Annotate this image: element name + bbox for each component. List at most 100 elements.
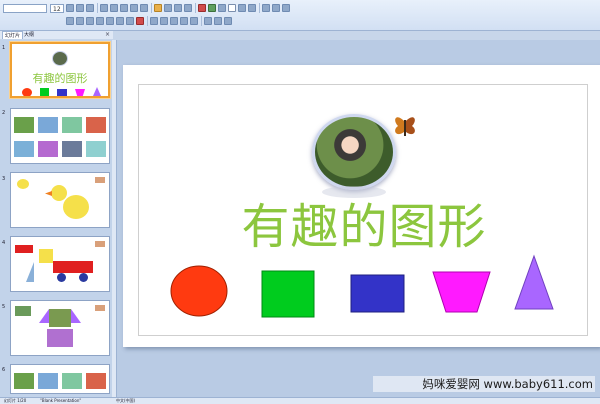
- slide-counter: 幻灯片 1/20: [4, 398, 27, 403]
- truck-icon: [15, 245, 33, 253]
- arrange-icon[interactable]: [208, 4, 216, 12]
- grow-font-icon[interactable]: [66, 4, 74, 12]
- shape-effects-icon[interactable]: [248, 4, 256, 12]
- font-size-field[interactable]: 12: [50, 3, 64, 13]
- quick-styles-icon[interactable]: [218, 4, 226, 12]
- columns-icon[interactable]: [190, 17, 198, 25]
- watermark: 妈咪爱婴网 www.baby611.com: [373, 376, 595, 392]
- square-shape: [39, 249, 53, 263]
- ribbon-toolbar: 12: [0, 0, 600, 31]
- chick-icon: [17, 179, 29, 189]
- shadow-icon[interactable]: [106, 17, 114, 25]
- panel-scrollbar[interactable]: [112, 40, 116, 398]
- toolbar-separator: [97, 3, 98, 13]
- logo-icon: [95, 305, 105, 311]
- image-tile: [86, 117, 106, 133]
- rectangle-shape: [57, 89, 67, 96]
- circle-shape[interactable]: [170, 265, 228, 317]
- find-icon[interactable]: [262, 4, 270, 12]
- square-shape: [40, 88, 49, 96]
- wheel-shape: [57, 273, 66, 282]
- image-tile: [62, 117, 82, 133]
- italic-icon[interactable]: [76, 17, 84, 25]
- chick-head-shape: [51, 185, 67, 201]
- bullets-icon[interactable]: [100, 4, 108, 12]
- close-icon[interactable]: ×: [105, 31, 110, 39]
- photo-thumb: [52, 51, 68, 66]
- decrease-indent-icon[interactable]: [120, 4, 128, 12]
- trapezoid-shape: [75, 89, 85, 96]
- trapezoid-shape[interactable]: [432, 271, 491, 313]
- slide-thumbnail-title: 有趣的图形: [32, 72, 88, 85]
- toolbar-separator: [151, 3, 152, 13]
- language-indicator: 中文(中国): [116, 398, 136, 403]
- new-slide-icon[interactable]: [154, 4, 162, 12]
- font-color-icon[interactable]: [136, 17, 144, 25]
- dog-body-shape: [47, 329, 73, 347]
- align-left-icon[interactable]: [150, 17, 158, 25]
- char-spacing-icon[interactable]: [116, 17, 124, 25]
- image-tile: [14, 373, 34, 389]
- toolbar-separator: [259, 3, 260, 13]
- image-tile: [62, 141, 82, 157]
- slide-title[interactable]: 有趣的图形: [232, 197, 496, 257]
- rectangle-shape[interactable]: [350, 274, 405, 313]
- square-shape[interactable]: [261, 270, 315, 318]
- slide-thumbnail-2[interactable]: [10, 108, 110, 164]
- undo-icon[interactable]: [174, 4, 182, 12]
- image-tile: [38, 141, 58, 157]
- dog-icon: [15, 306, 31, 316]
- align-text-icon[interactable]: [214, 17, 222, 25]
- increase-indent-icon[interactable]: [130, 4, 138, 12]
- triangle-shape: [93, 87, 101, 96]
- theme-name: "Blank Presentation": [40, 398, 82, 403]
- font-name-field[interactable]: [3, 3, 47, 13]
- slide-number: 1: [2, 45, 6, 51]
- layout-icon[interactable]: [164, 4, 172, 12]
- slide-number: 4: [2, 240, 6, 246]
- redo-icon[interactable]: [184, 4, 192, 12]
- image-tile: [14, 117, 34, 133]
- panel-tabs: 幻灯片 大纲 ×: [0, 31, 113, 39]
- select-icon[interactable]: [282, 4, 290, 12]
- shrink-font-icon[interactable]: [76, 4, 84, 12]
- slide-thumbnail-6[interactable]: [10, 364, 110, 394]
- logo-icon: [95, 177, 105, 183]
- ribbon-row-top: 12: [0, 2, 290, 14]
- replace-icon[interactable]: [272, 4, 280, 12]
- slide-number: 3: [2, 176, 6, 182]
- toolbar-separator: [147, 16, 148, 26]
- dog-head-shape: [49, 309, 71, 327]
- numbering-icon[interactable]: [110, 4, 118, 12]
- ear-shape: [39, 309, 49, 323]
- align-right-icon[interactable]: [170, 17, 178, 25]
- slide-thumbnail-4[interactable]: [10, 236, 110, 292]
- slide-thumbnail-1[interactable]: 有趣的图形: [10, 42, 110, 98]
- clear-format-icon[interactable]: [86, 4, 94, 12]
- slide-number: 6: [2, 367, 6, 373]
- image-tile: [86, 373, 106, 389]
- text-direction-icon[interactable]: [204, 17, 212, 25]
- strikethrough-icon[interactable]: [96, 17, 104, 25]
- tab-outline[interactable]: 大纲: [22, 31, 36, 39]
- line-spacing-icon[interactable]: [140, 4, 148, 12]
- butterfly-icon[interactable]: [392, 112, 418, 146]
- underline-icon[interactable]: [86, 17, 94, 25]
- triangle-shape: [26, 262, 34, 282]
- ribbon-row-bottom: [0, 15, 232, 27]
- shape-outline-icon[interactable]: [238, 4, 246, 12]
- align-center-icon[interactable]: [160, 17, 168, 25]
- bold-icon[interactable]: [66, 17, 74, 25]
- logo-icon: [95, 241, 105, 247]
- triangle-shape[interactable]: [514, 254, 554, 310]
- tab-slides[interactable]: 幻灯片: [2, 31, 24, 39]
- slide-thumbnail-5[interactable]: [10, 300, 110, 356]
- justify-icon[interactable]: [180, 17, 188, 25]
- smartart-icon[interactable]: [224, 17, 232, 25]
- child-photo[interactable]: [312, 114, 396, 190]
- change-case-icon[interactable]: [126, 17, 134, 25]
- shapes-icon[interactable]: [198, 4, 206, 12]
- shape-fill-icon[interactable]: [228, 4, 236, 12]
- image-tile: [86, 141, 106, 157]
- slide-thumbnail-3[interactable]: [10, 172, 110, 228]
